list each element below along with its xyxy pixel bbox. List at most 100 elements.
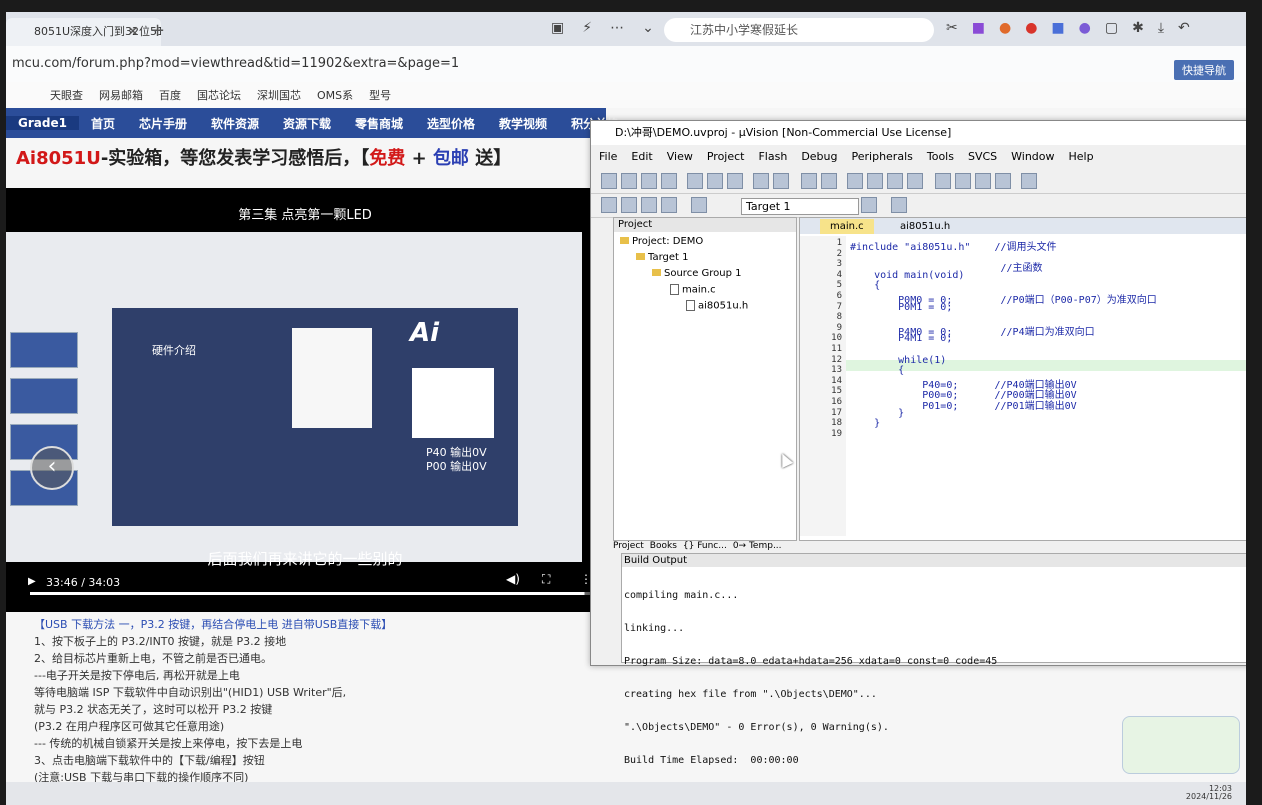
menu-flash[interactable]: Flash — [758, 150, 787, 163]
unindent-icon[interactable] — [955, 173, 971, 189]
nav-item[interactable]: 资源下载 — [271, 115, 343, 132]
close-icon[interactable]: ✕ — [127, 24, 139, 40]
nav-item[interactable]: 软件资源 — [199, 115, 271, 132]
video-progress-bar[interactable] — [30, 592, 590, 595]
editor-tab-header[interactable]: ai8051u.h — [890, 219, 960, 234]
article-body: 【USB 下载方法 一，P3.2 按键，再结合停电上电 进自带USB直接下载】 … — [34, 616, 614, 786]
menu-file[interactable]: File — [599, 150, 617, 163]
open-icon[interactable] — [621, 173, 637, 189]
new-file-icon[interactable] — [601, 173, 617, 189]
nav-item[interactable]: Grade1 — [6, 116, 79, 130]
menu-tools[interactable]: Tools — [927, 150, 954, 163]
find-icon[interactable] — [1021, 173, 1037, 189]
toolbar-icons: ▣ ⚡ ⋯ ⌄ — [551, 20, 654, 36]
save-icon[interactable] — [641, 173, 657, 189]
volume-icon[interactable]: ◀) — [506, 572, 520, 586]
bookmark-icon[interactable] — [847, 173, 863, 189]
quick-nav-button[interactable]: 快捷导航 — [1174, 60, 1234, 80]
article-line: 就与 P3.2 状态无关了，这时可以松开 P3.2 按键 — [34, 703, 273, 716]
extension-icon[interactable]: ■ — [972, 20, 985, 36]
puzzle-icon[interactable]: ✱ — [1132, 20, 1144, 36]
download-icon[interactable]: ⤓ — [1158, 20, 1164, 36]
line-number: 8 — [836, 312, 842, 323]
game-icon[interactable]: ● — [999, 20, 1011, 36]
back-icon[interactable] — [801, 173, 817, 189]
save-all-icon[interactable] — [661, 173, 677, 189]
translate-icon[interactable] — [601, 197, 617, 213]
bilibili-icon[interactable]: ● — [1079, 20, 1091, 36]
article-line: --- 传统的机械自锁紧开关是按上来停电，按下去是上电 — [34, 737, 303, 750]
bookmark-item[interactable]: 深圳国芯 — [257, 87, 301, 103]
forward-icon[interactable] — [821, 173, 837, 189]
menu-view[interactable]: View — [667, 150, 693, 163]
bookmark-prev-icon[interactable] — [867, 173, 883, 189]
search-input[interactable]: 江苏中小学寒假延长 — [664, 18, 934, 42]
menu-peripherals[interactable]: Peripherals — [852, 150, 913, 163]
build-line: compiling main.c... — [624, 590, 739, 601]
menu-help[interactable]: Help — [1069, 150, 1094, 163]
fullscreen-icon[interactable]: ⛶ — [542, 572, 550, 587]
shop-icon[interactable]: ■ — [1051, 20, 1064, 36]
weibo-icon[interactable]: ● — [1025, 20, 1037, 36]
more-icon[interactable]: ⋯ — [610, 20, 624, 36]
system-tray-clock[interactable]: 12:03 2024/11/26 — [1186, 785, 1232, 801]
slide-note: P40 输出0V — [426, 446, 487, 459]
undo-icon[interactable] — [753, 173, 769, 189]
promo-product: Ai8051U — [16, 148, 101, 169]
menu-debug[interactable]: Debug — [801, 150, 837, 163]
chevron-down-icon[interactable]: ⌄ — [642, 20, 654, 36]
bookmark-item[interactable]: 型号 — [369, 87, 391, 103]
menu-project[interactable]: Project — [707, 150, 745, 163]
download-icon[interactable] — [691, 197, 707, 213]
cut-icon[interactable] — [687, 173, 703, 189]
comment-icon[interactable] — [975, 173, 991, 189]
copy-icon[interactable] — [707, 173, 723, 189]
batch-build-icon[interactable] — [661, 197, 677, 213]
paste-icon[interactable] — [727, 173, 743, 189]
bookmark-item[interactable]: 天眼查 — [50, 87, 83, 103]
window-icon[interactable]: ▢ — [1105, 20, 1118, 36]
prev-slide-button[interactable]: ‹ — [30, 446, 74, 490]
promo-plus: + — [405, 148, 433, 169]
bookmark-item[interactable]: 百度 — [159, 87, 181, 103]
build-icon[interactable] — [621, 197, 637, 213]
nav-item[interactable]: 零售商城 — [343, 115, 415, 132]
rebuild-icon[interactable] — [641, 197, 657, 213]
tree-target[interactable]: Target 1 — [636, 252, 688, 263]
redo-icon[interactable] — [773, 173, 789, 189]
tree-file-header[interactable]: ai8051u.h — [686, 300, 748, 312]
video-player[interactable]: 第三集 点亮第一颗LED 硬件介绍 Ai P40 输出0V P00 输出0V ‹… — [6, 188, 604, 612]
scissors-icon[interactable]: ✂ — [946, 20, 958, 36]
uncomment-icon[interactable] — [995, 173, 1011, 189]
url-text[interactable]: mcu.com/forum.php?mod=viewthread&tid=119… — [12, 56, 459, 71]
nav-item[interactable]: 首页 — [79, 115, 127, 132]
nav-item[interactable]: 教学视频 — [487, 115, 559, 132]
nav-item[interactable]: 芯片手册 — [127, 115, 199, 132]
editor-tabs: main.c ai8051u.h — [800, 218, 1246, 234]
new-tab-icon[interactable]: + — [150, 20, 165, 41]
menu-window[interactable]: Window — [1011, 150, 1054, 163]
editor-tab-main[interactable]: main.c — [820, 219, 874, 234]
play-icon[interactable]: ▶ — [28, 576, 36, 587]
desktop-widget[interactable] — [1122, 716, 1240, 774]
target-select[interactable]: Target 1 — [741, 198, 859, 215]
code-editor[interactable]: main.c ai8051u.h 1 2 3 4 5 6 7 8 9 10 11 12 13 14 15 16… — [799, 217, 1246, 541]
taskbar: 12:03 2024/11/26 — [6, 782, 1246, 805]
bookmark-item[interactable]: OMS系 — [317, 87, 353, 103]
tree-project[interactable]: Project: DEMO — [620, 236, 703, 247]
tree-source-group[interactable]: Source Group 1 — [652, 268, 742, 279]
bookmark-item[interactable]: 网易邮箱 — [99, 87, 143, 103]
bookmark-clear-icon[interactable] — [907, 173, 923, 189]
undo-icon[interactable]: ↶ — [1178, 20, 1190, 36]
bookmark-item[interactable]: 国芯论坛 — [197, 87, 241, 103]
image-icon[interactable]: ▣ — [551, 20, 564, 36]
menu-svcs[interactable]: SVCS — [968, 150, 997, 163]
indent-icon[interactable] — [935, 173, 951, 189]
options-icon[interactable] — [861, 197, 877, 213]
lightning-icon[interactable]: ⚡ — [582, 20, 592, 36]
manage-icon[interactable] — [891, 197, 907, 213]
menu-edit[interactable]: Edit — [631, 150, 652, 163]
nav-item[interactable]: 选型价格 — [415, 115, 487, 132]
bookmark-next-icon[interactable] — [887, 173, 903, 189]
tree-file-main[interactable]: main.c — [670, 284, 716, 296]
